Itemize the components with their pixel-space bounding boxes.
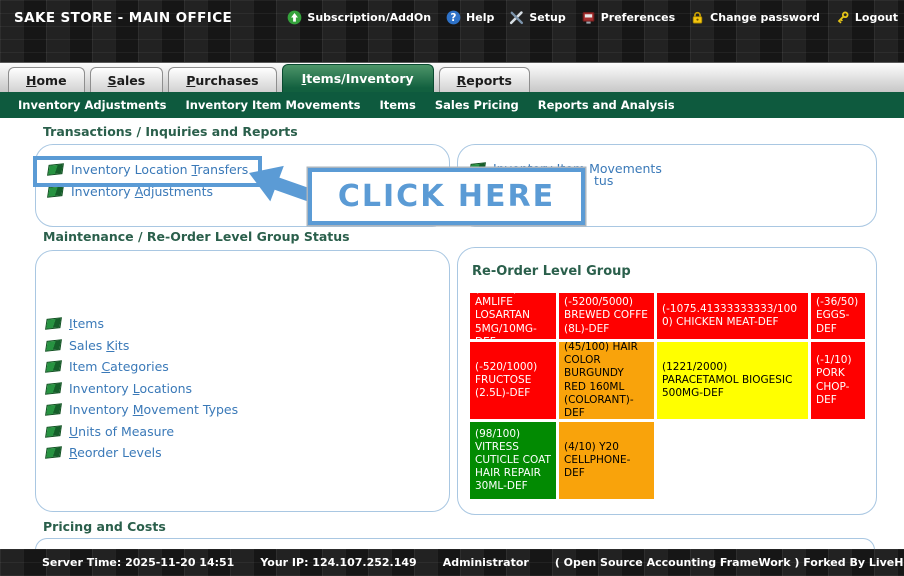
reorder-group-heading: Re-Order Level Group [472, 264, 864, 279]
link-item-categories[interactable]: Item Categories [69, 359, 169, 374]
link-inventory-adjustments[interactable]: Inventory Adjustments [71, 184, 213, 199]
logged-in-user: Administrator [443, 556, 529, 569]
green-book-icon [47, 185, 64, 198]
reorder-cell-empty [811, 422, 865, 499]
link-units-of-measure[interactable]: Units of Measure [69, 424, 174, 439]
tab-reports[interactable]: Reports [439, 67, 530, 92]
maintenance-panel: Items Sales Kits Item Categories Invento… [35, 250, 450, 512]
change-password-button[interactable]: Change password [690, 10, 820, 25]
link-sales-kits[interactable]: Sales Kits [69, 338, 129, 353]
green-book-icon [47, 163, 64, 176]
reorder-cell: (-36/50) EGGS-DEF [811, 293, 865, 339]
green-book-icon [45, 317, 62, 330]
subnav-inventory-item-movements[interactable]: Inventory Item Movements [185, 98, 360, 112]
svg-text:?: ? [451, 13, 457, 24]
click-here-callout: CLICK HERE [308, 168, 585, 225]
link-inventory-locations[interactable]: Inventory Locations [69, 381, 192, 396]
reorder-cell-empty [657, 422, 808, 499]
reorder-cell: (1221/2000) PARACETAMOL BIOGESIC 500MG-D… [657, 342, 808, 419]
subnav-reports-and-analysis[interactable]: Reports and Analysis [538, 98, 675, 112]
reorder-cell: (-5200/5000) BREWED COFFE (8L)-DEF [559, 293, 654, 339]
subnav-items[interactable]: Items [379, 98, 415, 112]
store-title: SAKE STORE - MAIN OFFICE [14, 10, 232, 26]
tab-purchases[interactable]: Purchases [168, 67, 276, 92]
logout-button[interactable]: Logout [835, 10, 898, 25]
maintenance-heading: Maintenance / Re-Order Level Group Statu… [43, 229, 350, 244]
green-book-icon [45, 360, 62, 373]
tab-items-inventory[interactable]: Items/Inventory [282, 64, 434, 92]
key-icon [835, 10, 850, 25]
green-book-icon [45, 403, 62, 416]
framework-credit: ( Open Source Accounting FrameWork ) For… [555, 556, 904, 569]
link-items[interactable]: Items [69, 316, 104, 331]
tab-sales[interactable]: Sales [90, 67, 164, 92]
your-ip: Your IP: 124.107.252.149 [260, 556, 416, 569]
setup-icon [509, 10, 524, 25]
green-book-icon [45, 446, 62, 459]
header-menu: Subscription/AddOn ? Help Setup Preferen… [287, 10, 898, 25]
transactions-heading: Transactions / Inquiries and Reports [43, 124, 298, 139]
lock-icon [690, 10, 705, 25]
app-header: SAKE STORE - MAIN OFFICE Subscription/Ad… [0, 0, 904, 62]
link-reorder-levels[interactable]: Reorder Levels [69, 445, 162, 460]
subnav-sales-pricing[interactable]: Sales Pricing [435, 98, 519, 112]
footer-bar: Server Time: 2025-11-20 14:51 Your IP: 1… [0, 549, 904, 576]
pricing-heading: Pricing and Costs [43, 519, 166, 534]
tab-home[interactable]: Home [8, 67, 85, 92]
reorder-cell: (-1075.41333333333/1000) CHICKEN MEAT-DE… [657, 293, 808, 339]
reorder-cell: (4/10) Y20 CELLPHONE-DEF [559, 422, 654, 499]
click-here-label: CLICK HERE [338, 179, 555, 214]
subnav-inventory-adjustments[interactable]: Inventory Adjustments [18, 98, 166, 112]
reorder-cell: (-520/1000) FRUCTOSE (2.5L)-DEF [470, 342, 556, 419]
preferences-icon [581, 10, 596, 25]
green-book-icon [45, 382, 62, 395]
reorder-status-grid: (-53/20) AMLIFE LOSARTAN 5MG/10MG-DEF (-… [470, 293, 864, 499]
partially-covered-link[interactable]: tus [594, 173, 613, 188]
reorder-level-group-panel: Re-Order Level Group (-53/20) AMLIFE LOS… [457, 247, 877, 515]
setup-button[interactable]: Setup [509, 10, 565, 25]
link-inventory-location-transfers[interactable]: Inventory Location Transfers [71, 162, 248, 177]
page: SAKE STORE - MAIN OFFICE Subscription/Ad… [0, 0, 904, 576]
link-inventory-movement-types[interactable]: Inventory Movement Types [69, 402, 238, 417]
reorder-cell: (98/100) VITRESS CUTICLE COAT HAIR REPAI… [470, 422, 556, 499]
green-book-icon [45, 425, 62, 438]
preferences-button[interactable]: Preferences [581, 10, 675, 25]
help-button[interactable]: ? Help [446, 10, 494, 25]
server-time: Server Time: 2025-11-20 14:51 [42, 556, 234, 569]
help-icon: ? [446, 10, 461, 25]
reorder-cell: (45/100) HAIR COLOR BURGUNDY RED 160ML (… [559, 342, 654, 419]
reorder-cell: (-1/10) PORK CHOP-DEF [811, 342, 865, 419]
reorder-cell: (-53/20) AMLIFE LOSARTAN 5MG/10MG-DEF [470, 293, 556, 339]
sub-nav: Inventory Adjustments Inventory Item Mov… [0, 92, 904, 118]
subscription-addon-button[interactable]: Subscription/AddOn [287, 10, 431, 25]
tab-bar: Home Sales Purchases Items/Inventory Rep… [0, 62, 904, 92]
subscription-icon [287, 10, 302, 25]
green-book-icon [45, 339, 62, 352]
